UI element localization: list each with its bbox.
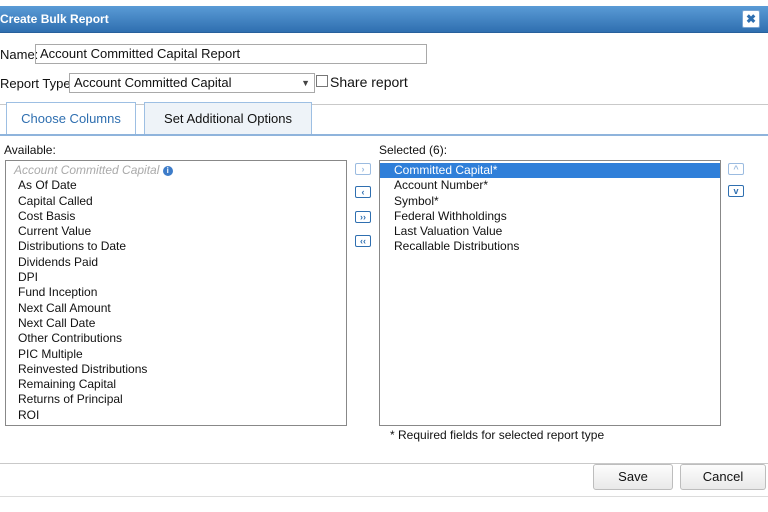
name-input[interactable]: Account Committed Capital Report	[35, 44, 427, 64]
list-item[interactable]: PIC Multiple	[6, 347, 346, 362]
report-type-label: Report Type:	[0, 76, 75, 91]
dialog-title-bar: Create Bulk Report ✖	[0, 6, 768, 33]
add-all-button[interactable]: ››	[355, 211, 371, 223]
list-item[interactable]: As Of Date	[6, 178, 346, 193]
list-item[interactable]: Returns of Principal	[6, 392, 346, 407]
tab-set-additional-options[interactable]: Set Additional Options	[144, 102, 312, 134]
required-fields-note: * Required fields for selected report ty…	[390, 428, 605, 442]
remove-all-button[interactable]: ‹‹	[355, 235, 371, 247]
list-item[interactable]: Distributions to Date	[6, 239, 346, 254]
list-item[interactable]: Fund Inception	[6, 285, 346, 300]
report-type-select[interactable]: Account Committed Capital ▼	[69, 73, 315, 93]
list-item[interactable]: Recallable Distributions	[380, 239, 720, 254]
tab-divider	[0, 134, 768, 136]
list-item[interactable]: Next Call Amount	[6, 301, 346, 316]
close-icon[interactable]: ✖	[742, 10, 760, 28]
share-report-label[interactable]: Share report	[330, 74, 408, 90]
list-item[interactable]: Last Valuation Value	[380, 224, 720, 239]
list-item[interactable]: Other Contributions	[6, 331, 346, 346]
list-item[interactable]: Account Number*	[380, 178, 720, 193]
save-button[interactable]: Save	[593, 464, 673, 490]
selected-list[interactable]: Committed Capital* Account Number* Symbo…	[379, 160, 721, 426]
add-button[interactable]: ›	[355, 163, 371, 175]
info-icon[interactable]: i	[162, 165, 173, 176]
list-item[interactable]: Reinvested Distributions	[6, 362, 346, 377]
group-label: Account Committed Capital	[14, 163, 160, 177]
available-label: Available:	[4, 143, 56, 157]
move-down-button[interactable]: v	[728, 185, 744, 197]
report-type-value: Account Committed Capital	[74, 75, 232, 90]
list-item[interactable]: Federal Withholdings	[380, 209, 720, 224]
list-item[interactable]: DPI	[6, 270, 346, 285]
remove-button[interactable]: ‹	[355, 186, 371, 198]
footer-divider	[0, 496, 768, 497]
tab-choose-columns[interactable]: Choose Columns	[6, 102, 136, 134]
list-item[interactable]: Next Call Date	[6, 316, 346, 331]
chevron-down-icon: ▼	[301, 78, 310, 88]
selected-label: Selected (6):	[379, 143, 448, 157]
list-item[interactable]: ROI	[6, 408, 346, 423]
available-group-header: Account Committed Capital i	[6, 163, 346, 178]
list-item[interactable]: Committed Capital*	[380, 163, 720, 179]
list-item[interactable]: Cost Basis	[6, 209, 346, 224]
dialog-title: Create Bulk Report	[0, 12, 109, 26]
share-report-checkbox[interactable]	[316, 75, 328, 87]
list-item[interactable]: Remaining Capital	[6, 377, 346, 392]
list-item[interactable]: Symbol*	[380, 194, 720, 209]
list-item[interactable]: Current Value	[6, 224, 346, 239]
available-list[interactable]: Account Committed Capital i As Of Date C…	[5, 160, 347, 426]
name-label: Name:	[0, 47, 39, 62]
cancel-button[interactable]: Cancel	[680, 464, 766, 490]
list-item[interactable]: Dividends Paid	[6, 255, 346, 270]
list-item[interactable]: Capital Called	[6, 194, 346, 209]
move-up-button[interactable]: ^	[728, 163, 744, 175]
